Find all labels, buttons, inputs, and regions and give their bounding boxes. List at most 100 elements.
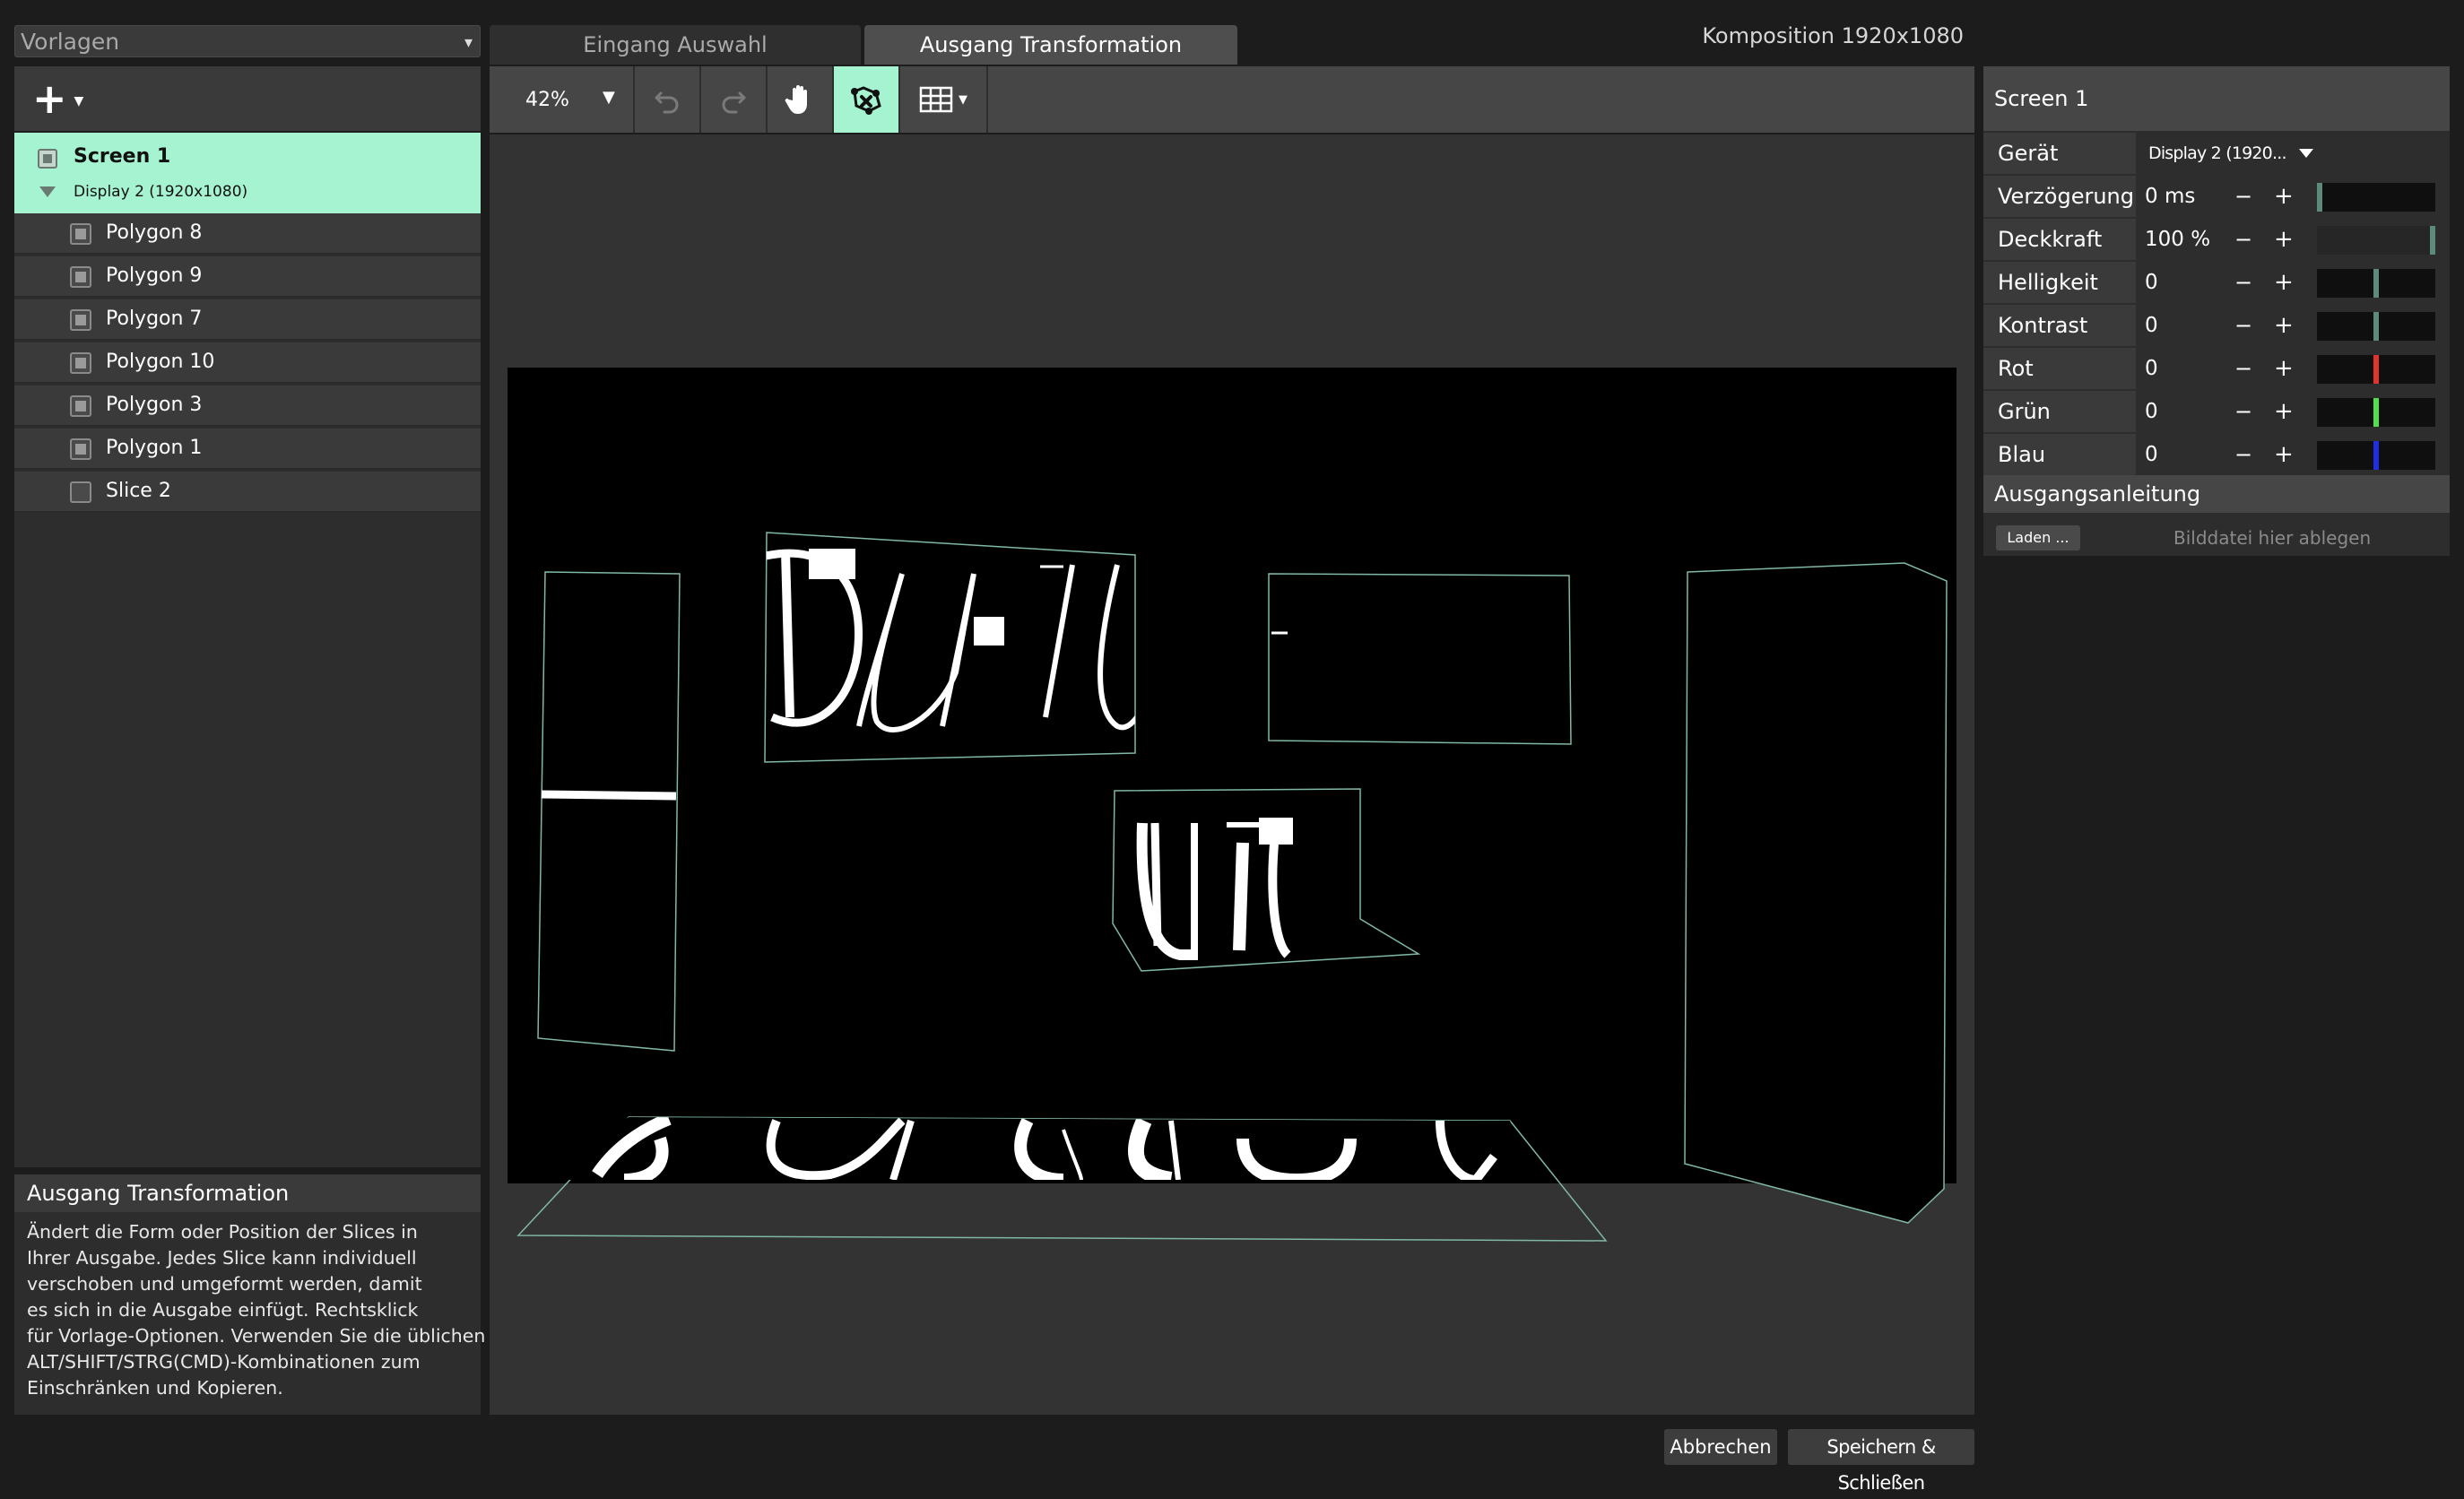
property-slider[interactable]: [2317, 183, 2435, 212]
redo-button[interactable]: [701, 66, 766, 133]
zoom-dropdown[interactable]: 42% ▼: [490, 66, 633, 133]
slice-item[interactable]: Polygon 10: [14, 342, 481, 384]
decrement-button[interactable]: −: [2234, 262, 2252, 303]
properties-panel: Screen 1 Gerät Display 2 (1920... Verzög…: [1983, 66, 2450, 556]
expand-triangle-icon[interactable]: [39, 186, 56, 197]
slider-handle[interactable]: [2317, 183, 2322, 212]
templates-dropdown[interactable]: Vorlagen ▾: [14, 25, 481, 57]
drop-zone-hint[interactable]: Bilddatei hier ablegen: [2173, 525, 2371, 550]
slice-checkbox[interactable]: [70, 352, 91, 374]
property-slider[interactable]: [2317, 441, 2435, 470]
save-close-button[interactable]: Speichern & Schließen: [1788, 1429, 1974, 1494]
cancel-button[interactable]: Abbrechen: [1664, 1429, 1777, 1465]
increment-button[interactable]: +: [2274, 434, 2294, 475]
slider-handle[interactable]: [2373, 269, 2379, 298]
toolbar-divider: [986, 66, 988, 133]
slice-item[interactable]: Polygon 1: [14, 429, 481, 470]
device-row: Gerät Display 2 (1920...: [1983, 133, 2450, 174]
plus-icon: +: [32, 74, 67, 123]
increment-button[interactable]: +: [2274, 348, 2294, 389]
screen-device: Display 2 (1920x1080): [74, 183, 248, 201]
property-slider[interactable]: [2317, 398, 2435, 427]
property-slider[interactable]: [2317, 226, 2435, 255]
decrement-button[interactable]: −: [2234, 348, 2252, 389]
polygon-slice[interactable]: [1112, 788, 1421, 972]
caret-down-icon[interactable]: [2299, 149, 2313, 158]
help-line: verschoben und umgeformt werden, damit: [27, 1273, 422, 1295]
slider-handle[interactable]: [2373, 441, 2379, 470]
polygon-slice[interactable]: [764, 532, 1137, 763]
zoom-value: 42%: [525, 88, 569, 111]
property-label: Kontrast: [1983, 305, 2136, 346]
undo-button[interactable]: [635, 66, 699, 133]
property-value[interactable]: 0: [2145, 434, 2158, 475]
property-label: Blau: [1983, 434, 2136, 475]
help-panel: Ausgang Transformation Ändert die Form o…: [14, 1174, 485, 1415]
slice-checkbox[interactable]: [70, 309, 91, 331]
property-row-delay: Verzögerung 0 ms − +: [1983, 176, 2450, 217]
slice-item[interactable]: Slice 2: [14, 472, 481, 513]
pan-tool-button[interactable]: [768, 66, 832, 133]
property-value[interactable]: 0: [2145, 305, 2158, 346]
increment-button[interactable]: +: [2274, 176, 2294, 217]
tab-input-selection[interactable]: Eingang Auswahl: [490, 25, 861, 65]
increment-button[interactable]: +: [2274, 219, 2294, 260]
property-value[interactable]: 0 ms: [2145, 176, 2195, 217]
increment-button[interactable]: +: [2274, 391, 2294, 432]
slice-transform-overlay[interactable]: [490, 134, 1974, 1415]
slider-handle[interactable]: [2430, 226, 2435, 255]
slice-checkbox[interactable]: [70, 266, 91, 288]
property-label: Deckkraft: [1983, 219, 2136, 260]
transform-tool-button[interactable]: [834, 66, 898, 133]
polygon-slice[interactable]: [1684, 562, 1948, 1224]
decrement-button[interactable]: −: [2234, 305, 2252, 346]
tab-output-transformation[interactable]: Ausgang Transformation: [864, 25, 1237, 65]
property-value[interactable]: 100 %: [2145, 219, 2210, 260]
polygon-slice[interactable]: [1268, 573, 1572, 745]
property-slider[interactable]: [2317, 269, 2435, 298]
slice-checkbox[interactable]: [70, 481, 91, 503]
decrement-button[interactable]: −: [2234, 176, 2252, 217]
slice-checkbox[interactable]: [70, 395, 91, 417]
polygon-slice[interactable]: [537, 571, 681, 1052]
slice-checkbox[interactable]: [70, 223, 91, 245]
slice-item[interactable]: Polygon 8: [14, 213, 481, 255]
screen-item[interactable]: Screen 1 Display 2 (1920x1080): [14, 133, 481, 213]
add-slice-button[interactable]: + ▼: [32, 74, 95, 123]
slice-item[interactable]: Polygon 3: [14, 386, 481, 427]
help-text: Ändert die Form oder Position der Slices…: [27, 1219, 485, 1401]
property-row-brightness: Helligkeit 0 − +: [1983, 262, 2450, 303]
slice-item-label: Polygon 1: [106, 437, 203, 459]
slice-item[interactable]: Polygon 9: [14, 256, 481, 298]
slice-checkbox[interactable]: [70, 438, 91, 460]
property-value[interactable]: 0: [2145, 262, 2158, 303]
output-canvas-area[interactable]: [490, 134, 1974, 1415]
screen-checkbox[interactable]: [38, 149, 57, 169]
output-guide-title: Ausgangsanleitung: [1983, 475, 2450, 513]
property-row-contrast: Kontrast 0 − +: [1983, 305, 2450, 346]
decrement-button[interactable]: −: [2234, 434, 2252, 475]
slider-handle[interactable]: [2373, 312, 2379, 341]
polygon-slice[interactable]: [516, 1116, 1608, 1242]
property-slider[interactable]: [2317, 355, 2435, 384]
hand-icon: [785, 85, 807, 114]
property-slider[interactable]: [2317, 312, 2435, 341]
help-line: Ändert die Form oder Position der Slices…: [27, 1221, 418, 1243]
help-line: ALT/SHIFT/STRG(CMD)-Kombinationen zum: [27, 1351, 421, 1373]
slider-handle[interactable]: [2373, 355, 2379, 384]
decrement-button[interactable]: −: [2234, 391, 2252, 432]
grid-options-button[interactable]: ▼: [900, 66, 986, 133]
load-guide-button[interactable]: Laden ...: [1996, 525, 2080, 550]
property-row-red: Rot 0 − +: [1983, 348, 2450, 389]
slice-item-label: Polygon 9: [106, 264, 203, 287]
decrement-button[interactable]: −: [2234, 219, 2252, 260]
help-line: Einschränken und Kopieren.: [27, 1377, 283, 1399]
property-value[interactable]: 0: [2145, 348, 2158, 389]
slider-handle[interactable]: [2373, 398, 2379, 427]
help-line: Ihrer Ausgabe. Jedes Slice kann individu…: [27, 1247, 417, 1269]
device-dropdown[interactable]: Display 2 (1920...: [2148, 133, 2286, 174]
increment-button[interactable]: +: [2274, 262, 2294, 303]
increment-button[interactable]: +: [2274, 305, 2294, 346]
slice-item[interactable]: Polygon 7: [14, 299, 481, 341]
property-value[interactable]: 0: [2145, 391, 2158, 432]
